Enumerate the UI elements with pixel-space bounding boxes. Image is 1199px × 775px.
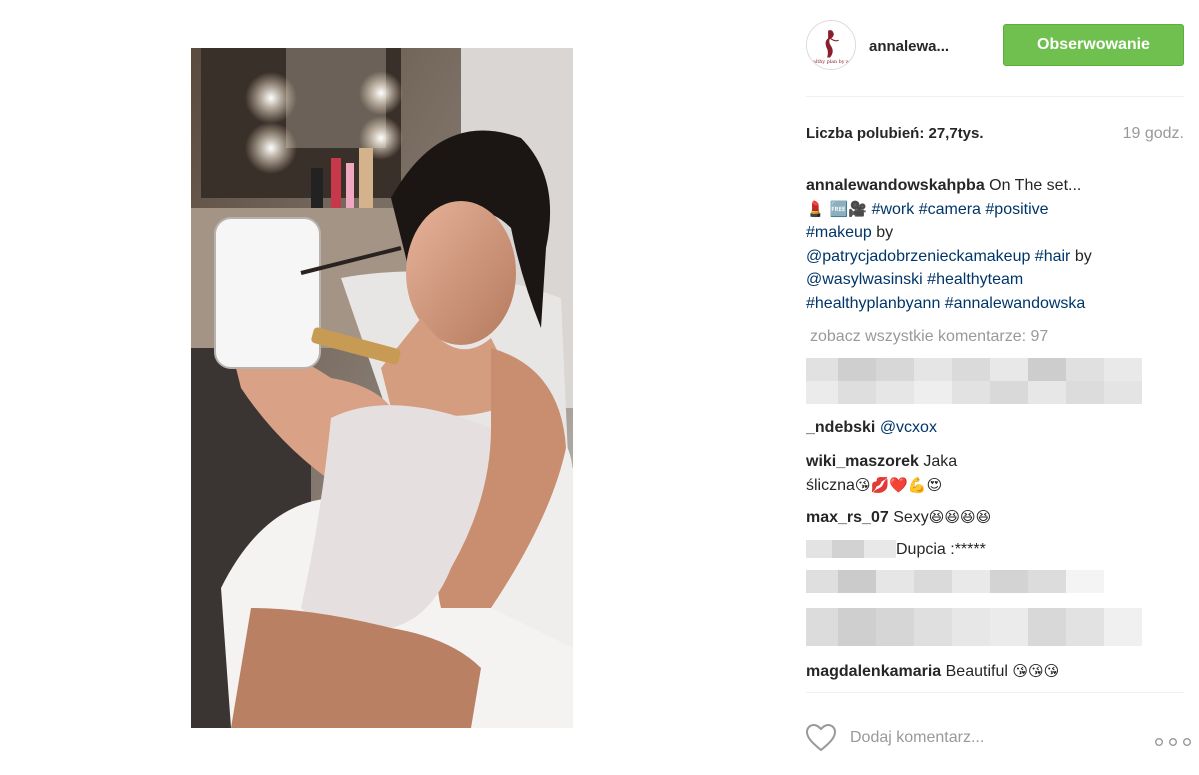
comment: _ndebski @vcxox <box>806 416 1166 440</box>
comment-emoji: 😘💋❤️💪😍 <box>854 475 943 494</box>
caption-tag-makeup[interactable]: #makeup <box>806 224 872 241</box>
caption-mention-hair[interactable]: @wasylwasinski <box>806 271 923 288</box>
pixelated-username <box>806 540 896 558</box>
pixelated-comment <box>806 358 1142 404</box>
comment-username[interactable]: max_rs_07 <box>806 509 889 526</box>
likes-count[interactable]: Liczba polubień: 27,7tys. <box>806 125 984 142</box>
caption-tag-team[interactable]: #healthyteam <box>923 271 1023 288</box>
comment-text: Dupcia :***** <box>896 541 986 558</box>
likes-row: Liczba polubień: 27,7tys. 19 godz. <box>806 125 1184 147</box>
following-button[interactable]: Obserwowanie <box>1003 24 1184 66</box>
comment: max_rs_07 Sexy😆😆😆😆 <box>806 506 1166 530</box>
comment-mention[interactable]: @vcxox <box>880 419 937 436</box>
caption-tag-hair[interactable]: #hair <box>1030 248 1071 265</box>
comment: wiki_maszorek Jaka śliczna😘💋❤️💪😍 <box>806 450 1166 497</box>
post-time[interactable]: 19 godz. <box>1123 125 1184 143</box>
comment-username[interactable]: magdalenkamaria <box>806 663 941 680</box>
comment: Dupcia :***** <box>896 538 1176 562</box>
add-comment-input[interactable] <box>850 726 1130 750</box>
comment-text: Jaka <box>918 453 958 470</box>
comment-username[interactable]: _ndebski <box>806 419 875 436</box>
heart-icon[interactable] <box>805 723 837 752</box>
comment-username[interactable]: wiki_maszorek <box>806 453 919 470</box>
post-side-panel: healthy plan by ann annalewa... Obserwow… <box>805 0 1199 775</box>
caption-by-1: by <box>871 224 894 241</box>
svg-text:healthy plan by ann: healthy plan by ann <box>807 59 855 65</box>
more-dots-icon[interactable] <box>1154 734 1192 746</box>
comment: magdalenkamaria Beautiful 😘😘😘 <box>806 660 1166 684</box>
view-all-comments-link[interactable]: zobacz wszystkie komentarze: 97 <box>810 328 1048 346</box>
caption-emoji: 💄 🆓🎥 <box>806 199 872 218</box>
comments-list: annalewandowskahpba On The set... 💄 🆓🎥 #… <box>806 174 1188 694</box>
pixelated-comment <box>806 608 1142 646</box>
post-photo-image <box>191 48 573 728</box>
post-header: healthy plan by ann annalewa... Obserwow… <box>806 20 1184 72</box>
avatar[interactable]: healthy plan by ann <box>806 20 856 70</box>
post-caption: annalewandowskahpba On The set... 💄 🆓🎥 #… <box>806 174 1166 315</box>
post-username[interactable]: annalewa... <box>869 38 949 55</box>
comment-emoji: 😘😘😘 <box>1012 662 1060 680</box>
footer-divider <box>806 692 1184 693</box>
post-photo[interactable] <box>191 48 573 728</box>
caption-tags-plan[interactable]: #healthyplanbyann #annalewandowska <box>806 295 1085 312</box>
comment-footer <box>805 723 1192 754</box>
caption-text: On The set... <box>984 177 1082 194</box>
caption-tags-work[interactable]: #work #camera #positive <box>872 201 1049 218</box>
caption-mention-makeup[interactable]: @patrycjadobrzenieckamakeup <box>806 248 1030 265</box>
comment-emoji: 😆😆😆😆 <box>928 508 992 526</box>
caption-by-2: by <box>1070 247 1092 265</box>
header-divider <box>806 96 1184 97</box>
pixelated-comment <box>806 570 1104 593</box>
comment-text: Beautiful <box>941 663 1013 680</box>
avatar-logo-icon: healthy plan by ann <box>807 21 855 69</box>
comment-text-cont: śliczna <box>806 476 855 494</box>
caption-username[interactable]: annalewandowskahpba <box>806 177 985 194</box>
comment-text: Sexy <box>888 509 929 526</box>
